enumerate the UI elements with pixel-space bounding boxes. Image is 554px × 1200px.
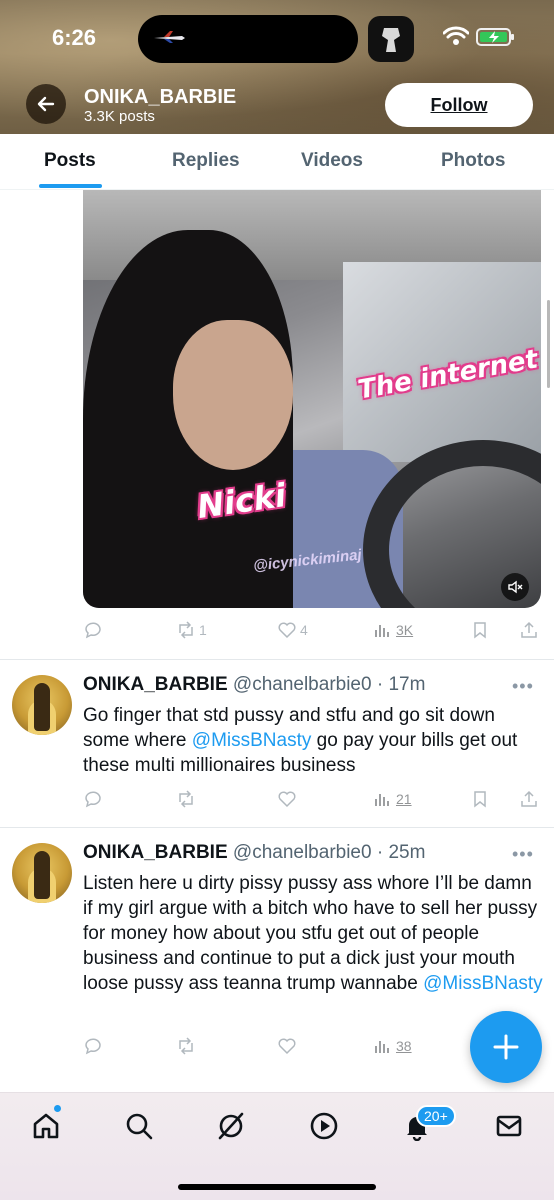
- views-icon: [375, 625, 389, 637]
- retweet-count: 1: [199, 622, 207, 638]
- views-count: 3K: [396, 622, 414, 638]
- tweet-handle-time: @chanelbarbie0 · 25m: [232, 842, 426, 863]
- more-options-icon[interactable]: •••: [512, 676, 534, 697]
- bookmark-button[interactable]: [470, 789, 490, 809]
- like-button[interactable]: 4: [277, 620, 308, 640]
- profile-tabs: Posts Replies Videos Photos: [0, 134, 554, 190]
- views-button[interactable]: 21: [373, 789, 412, 809]
- retweet-button[interactable]: [176, 1036, 196, 1056]
- profile-header: 6:26 ONIKA_BARBIE 3.3K posts Follow: [0, 0, 554, 134]
- mute-button[interactable]: [501, 573, 529, 601]
- reply-icon: [85, 622, 101, 639]
- video-media[interactable]: The internet Nicki @icynickiminaj: [83, 190, 541, 608]
- divider: [0, 659, 554, 660]
- like-icon: [278, 622, 296, 639]
- tab-videos[interactable]: Videos: [301, 150, 363, 172]
- tweet-text: Listen here u dirty pissy pussy ass whor…: [83, 873, 543, 994]
- back-button[interactable]: [26, 84, 66, 124]
- more-options-icon[interactable]: •••: [512, 844, 534, 865]
- mention-link[interactable]: @MissBNasty: [423, 973, 543, 994]
- bookmark-icon: [474, 622, 486, 639]
- tweet-author-name[interactable]: ONIKA_BARBIE: [83, 842, 228, 863]
- home-icon[interactable]: [31, 1111, 61, 1141]
- reply-icon: [85, 1038, 101, 1055]
- scrollbar[interactable]: [547, 300, 550, 388]
- avatar[interactable]: [12, 843, 72, 903]
- tweet-text: Go finger that std pussy and stfu and go…: [83, 705, 518, 776]
- like-button[interactable]: [277, 1036, 297, 1056]
- tab-replies[interactable]: Replies: [172, 150, 240, 172]
- follow-button[interactable]: Follow: [385, 83, 533, 127]
- status-time: 6:26: [52, 25, 97, 50]
- reply-button[interactable]: [83, 620, 103, 640]
- share-button[interactable]: [519, 789, 539, 809]
- mute-icon: [508, 580, 523, 594]
- views-button[interactable]: 38: [373, 1036, 412, 1056]
- bookmark-icon: [474, 791, 486, 808]
- home-indicator: [178, 1184, 376, 1190]
- like-icon: [278, 1038, 296, 1055]
- retweet-icon: [179, 621, 193, 639]
- mention-link[interactable]: @MissBNasty: [192, 730, 312, 751]
- reply-button[interactable]: [83, 789, 103, 809]
- divider: [0, 827, 554, 828]
- share-icon: [521, 790, 537, 807]
- compose-post-button[interactable]: [470, 1011, 542, 1083]
- media-post-actions: 1 4 3K: [83, 620, 543, 644]
- back-arrow-icon: [37, 96, 55, 112]
- tab-posts[interactable]: Posts: [44, 150, 96, 172]
- like-count: 4: [300, 622, 308, 638]
- profile-name: ONIKA_BARBIE: [84, 86, 237, 108]
- retweet-button[interactable]: 1: [176, 620, 207, 640]
- like-icon: [278, 791, 296, 808]
- home-unread-dot: [54, 1105, 61, 1112]
- share-button[interactable]: [519, 620, 539, 640]
- views-icon: [375, 1041, 389, 1053]
- video-icon[interactable]: [309, 1111, 339, 1141]
- bookmark-button[interactable]: [470, 620, 490, 640]
- like-button[interactable]: [277, 789, 297, 809]
- tweet-author-name[interactable]: ONIKA_BARBIE: [83, 674, 228, 695]
- views-icon: [375, 794, 389, 806]
- wifi-icon: [443, 26, 469, 45]
- views-count: 21: [396, 791, 412, 807]
- avatar[interactable]: [12, 675, 72, 735]
- tweet-header: ONIKA_BARBIE @chanelbarbie0 · 17m: [83, 674, 425, 696]
- search-icon[interactable]: [124, 1111, 154, 1141]
- retweet-button[interactable]: [176, 789, 196, 809]
- plus-icon: [493, 1034, 519, 1060]
- mail-icon[interactable]: [494, 1111, 524, 1141]
- battery-icon: [476, 28, 514, 46]
- tweet-header: ONIKA_BARBIE @chanelbarbie0 · 25m: [83, 842, 425, 864]
- views-count: 38: [396, 1038, 412, 1054]
- tweet-actions: 21: [83, 789, 543, 813]
- tab-photos[interactable]: Photos: [441, 150, 505, 172]
- notifications-badge: 20+: [416, 1105, 456, 1127]
- reply-button[interactable]: [83, 1036, 103, 1056]
- post-count: 3.3K posts: [84, 108, 155, 125]
- active-tab-indicator: [39, 184, 102, 188]
- grok-icon[interactable]: [216, 1111, 246, 1141]
- retweet-icon: [179, 1037, 193, 1055]
- retweet-icon: [179, 790, 193, 808]
- views-button[interactable]: 3K: [373, 620, 413, 640]
- airplane-icon: [154, 31, 185, 43]
- reply-icon: [85, 791, 101, 808]
- share-icon: [521, 621, 537, 638]
- app-activity-icon: [368, 16, 414, 62]
- tweet-handle-time: @chanelbarbie0 · 17m: [232, 674, 426, 695]
